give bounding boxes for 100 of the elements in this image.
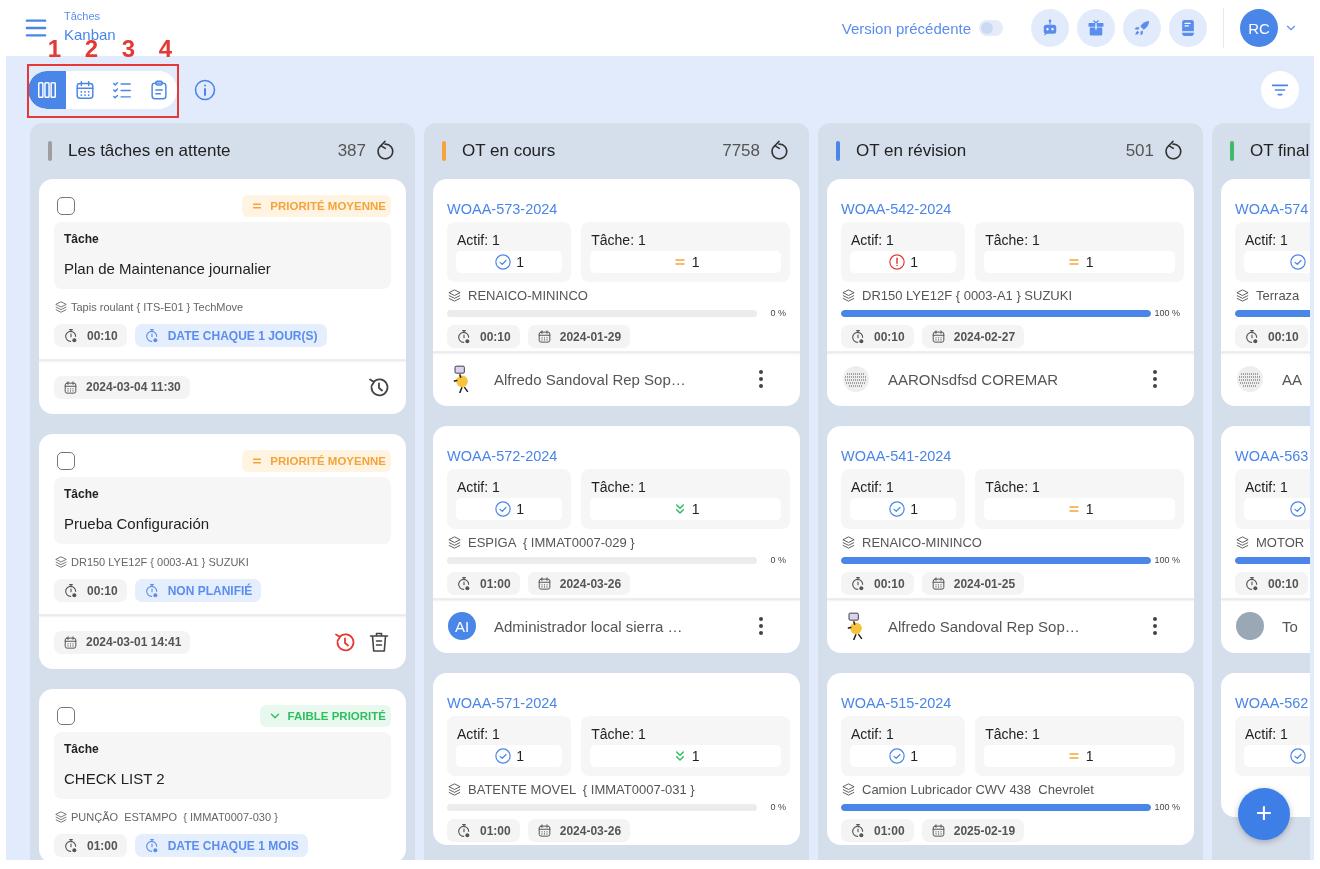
task-title: CHECK LIST 2 bbox=[64, 770, 166, 787]
duration-chip: 00:10 bbox=[447, 325, 520, 348]
work-order-link[interactable]: WOAA-563 bbox=[1235, 448, 1309, 464]
task-count: 1 bbox=[1085, 254, 1094, 270]
toggle-switch[interactable] bbox=[979, 20, 1003, 36]
trash-icon bbox=[367, 630, 391, 654]
asset-text: ESPIGA { IMMAT0007-029 } bbox=[468, 535, 635, 550]
duration-chip: 00:10 bbox=[1235, 572, 1308, 595]
layers-icon bbox=[447, 535, 462, 550]
progress-percent: 0 % bbox=[770, 555, 786, 565]
work-order-link[interactable]: WOAA-515-2024 bbox=[841, 695, 952, 711]
asset-text: MOTOR bbox=[1256, 535, 1305, 550]
stopwatch-icon bbox=[850, 822, 866, 839]
photo-placeholder bbox=[1236, 612, 1264, 640]
more-button[interactable] bbox=[1153, 370, 1157, 388]
stopwatch-icon bbox=[456, 822, 472, 839]
icon-button[interactable] bbox=[1169, 9, 1207, 47]
checkbox[interactable] bbox=[57, 452, 75, 470]
layers-icon bbox=[54, 810, 68, 824]
asset-text: BATENTE MOVEL { IMMAT0007-031 } bbox=[468, 782, 695, 797]
calendar-icon bbox=[930, 329, 946, 344]
task-title: Plan de Maintenance journalier bbox=[64, 260, 272, 277]
asset-count: 1 bbox=[910, 501, 918, 517]
asset-count: 1 bbox=[516, 748, 524, 764]
checkbox[interactable] bbox=[57, 707, 75, 725]
menu-icon bbox=[24, 17, 48, 39]
schedule-chip: DATE CHAQUE 1 MOIS bbox=[134, 834, 308, 857]
progress-percent: 100 % bbox=[1154, 802, 1180, 812]
summary-label: Actif: 1 bbox=[850, 232, 895, 248]
history-button[interactable] bbox=[333, 630, 357, 654]
priority-badge: PRIORITÉ MOYENNE bbox=[242, 195, 391, 217]
progress-percent: 0 % bbox=[770, 802, 786, 812]
asset-text: DR150 LYE12F { 0003-A1 } SUZUKI bbox=[71, 556, 249, 568]
menu-button[interactable] bbox=[24, 17, 48, 39]
summary-label: Tâche: 1 bbox=[984, 479, 1041, 495]
checklist-icon bbox=[110, 79, 133, 101]
info-button[interactable] bbox=[193, 78, 217, 102]
date-chip: 2024-01-25 bbox=[921, 572, 1025, 595]
more-button[interactable] bbox=[759, 617, 763, 635]
refresh-button[interactable] bbox=[1162, 140, 1184, 162]
asset-count: 1 bbox=[516, 254, 524, 270]
calendar-icon bbox=[536, 329, 552, 344]
layers-icon bbox=[841, 288, 856, 303]
gift-box-icon bbox=[1086, 18, 1106, 38]
duration-chip: 00:10 bbox=[841, 325, 914, 348]
summary-label: Actif: 1 bbox=[1244, 479, 1289, 495]
refresh-icon bbox=[374, 140, 396, 162]
asset-text: PUNÇÃO ESTAMPO { IMMAT0007-030 } bbox=[71, 811, 278, 823]
summary-label: Actif: 1 bbox=[1244, 726, 1289, 742]
task-count: 1 bbox=[691, 748, 700, 764]
assignee-name: AA bbox=[1282, 370, 1302, 388]
icon-button[interactable] bbox=[1031, 9, 1069, 47]
asset-text: Camion Lubricador CWV 438 Chevrolet bbox=[862, 782, 1094, 797]
icon-button[interactable] bbox=[1077, 9, 1115, 47]
date-chip: 2024-03-26 bbox=[527, 572, 631, 595]
summary-label: Actif: 1 bbox=[456, 726, 501, 742]
duration-chip: 00:10 bbox=[54, 324, 127, 347]
filter-button[interactable] bbox=[1261, 71, 1299, 109]
history-button[interactable] bbox=[367, 375, 391, 399]
breadcrumb: Tâches bbox=[64, 9, 102, 22]
history-icon bbox=[367, 375, 391, 399]
assignee-name: To bbox=[1282, 617, 1298, 635]
assignee-name: Administrador local sierra … bbox=[494, 617, 683, 635]
more-button[interactable] bbox=[1153, 617, 1157, 635]
kebab-icon bbox=[759, 370, 763, 388]
icon-button[interactable] bbox=[1123, 9, 1161, 47]
field-label: Tâche bbox=[64, 487, 100, 501]
assignee-name: Alfredo Sandoval Rep Sop… bbox=[888, 617, 1080, 635]
work-order-link[interactable]: WOAA-541-2024 bbox=[841, 448, 952, 464]
asset-text: Tapis roulant { ITS-E01 } TechMove bbox=[71, 301, 244, 313]
priority-badge: PRIORITÉ MOYENNE bbox=[242, 450, 391, 472]
duration-chip: 01:00 bbox=[447, 572, 520, 595]
stopwatch-icon bbox=[143, 837, 160, 854]
checkbox[interactable] bbox=[57, 197, 75, 215]
calendar-icon bbox=[73, 79, 96, 101]
view-tab[interactable] bbox=[28, 71, 66, 109]
more-button[interactable] bbox=[759, 370, 763, 388]
stopwatch-icon bbox=[850, 328, 866, 345]
layers-icon bbox=[447, 288, 462, 303]
work-order-link[interactable]: WOAA-574 bbox=[1235, 201, 1309, 217]
duration-chip: 01:00 bbox=[841, 819, 914, 842]
work-order-link[interactable]: WOAA-573-2024 bbox=[447, 201, 558, 217]
work-order-link[interactable]: WOAA-562 bbox=[1235, 695, 1309, 711]
summary-label: Tâche: 1 bbox=[984, 726, 1041, 742]
stopwatch-icon bbox=[850, 575, 866, 592]
annotation-number: 3 bbox=[120, 36, 137, 62]
refresh-button[interactable] bbox=[374, 140, 396, 162]
layers-icon bbox=[841, 535, 856, 550]
refresh-button[interactable] bbox=[768, 140, 790, 162]
work-order-link[interactable]: WOAA-542-2024 bbox=[841, 201, 952, 217]
layers-icon bbox=[841, 782, 856, 797]
annotation-number: 1 bbox=[46, 36, 63, 62]
task-title: Prueba Configuración bbox=[64, 515, 211, 532]
delete-button[interactable] bbox=[367, 630, 391, 654]
work-order-link[interactable]: WOAA-571-2024 bbox=[447, 695, 558, 711]
info-icon bbox=[193, 78, 217, 102]
user-avatar[interactable]: RC bbox=[1240, 9, 1278, 47]
work-order-link[interactable]: WOAA-572-2024 bbox=[447, 448, 558, 464]
text-pattern-avatar-icon bbox=[842, 365, 870, 393]
summary-label: Actif: 1 bbox=[1244, 232, 1289, 248]
